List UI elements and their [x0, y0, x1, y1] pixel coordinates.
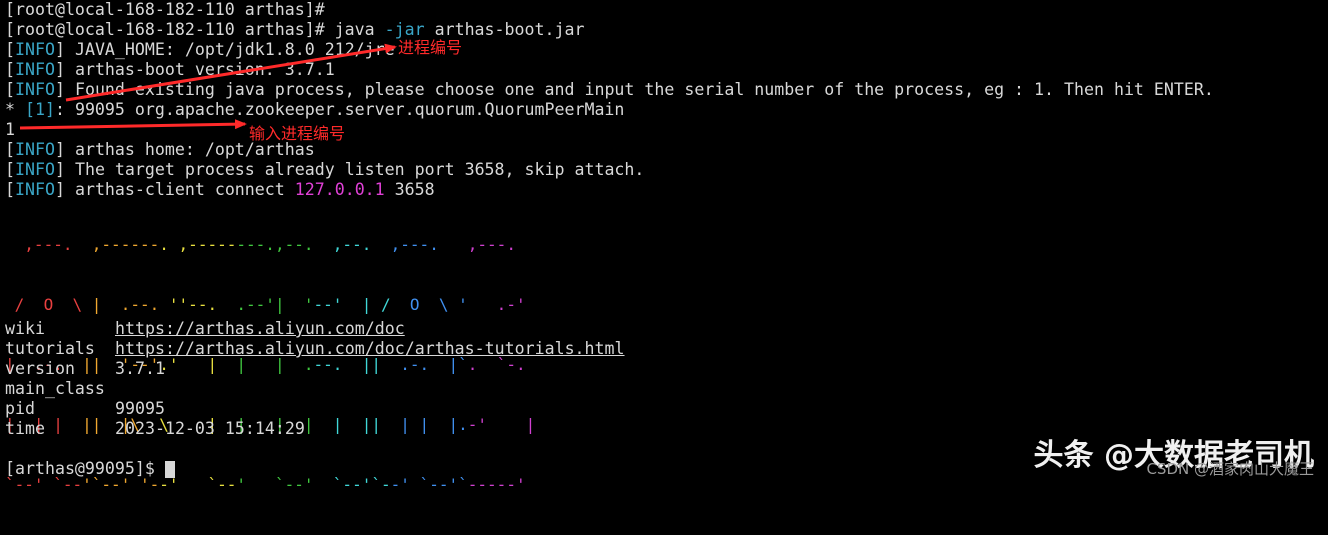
info-key: time: [5, 419, 45, 438]
info-value: 2023-12-03 15:14:29: [115, 419, 305, 438]
info-row-tutorials: tutorials https://arthas.aliyun.com/doc/a…: [5, 339, 625, 359]
log-text: JAVA_HOME: /opt/jdk1.8.0_212/jre: [64, 40, 395, 59]
prompt-line: [root@local-168-182-110 arthas]#: [5, 0, 325, 19]
info-key: wiki: [5, 319, 45, 338]
info-row-wiki: wiki https://arthas.aliyun.com/doc: [5, 319, 405, 339]
info-tag: INFO: [15, 80, 55, 99]
logo-line: ,---. ,------. ,--------.,--. ,--. ,---.…: [24, 235, 516, 254]
info-value: 99095: [115, 399, 165, 418]
watermark-csdn: CSDN @酒家肉山大魔王: [1146, 460, 1314, 478]
arthas-prompt[interactable]: [arthas@99095]$: [5, 459, 175, 479]
command-line: [root@local-168-182-110 arthas]# java -j…: [5, 20, 584, 40]
info-value: 3.7.1: [115, 359, 165, 378]
process-entry: : 99095 org.apache.zookeeper.server.quor…: [54, 100, 625, 119]
info-tag: INFO: [15, 140, 55, 159]
wiki-link[interactable]: https://arthas.aliyun.com/doc: [115, 319, 405, 338]
info-key: pid: [5, 399, 35, 418]
terminal-window[interactable]: [root@local-168-182-110 arthas]# [root@l…: [5, 0, 1323, 494]
log-text: arthas-boot version: 3.7.1: [64, 60, 335, 79]
annotation-input-process-number: 输入进程编号: [249, 124, 346, 143]
user-input-line: 1: [5, 120, 15, 139]
info-key: main_class: [5, 379, 105, 398]
process-list-item: * [1]: 99095 org.apache.zookeeper.server…: [5, 100, 624, 120]
info-row-main-class: main_class: [5, 379, 115, 399]
process-bullet: *: [5, 100, 25, 119]
info-row-time: time 2023-12-03 15:14:29: [5, 419, 305, 439]
command-prefix: [root@local-168-182-110 arthas]# java: [5, 20, 385, 39]
logo-line: / O \ | .--. ''--. .--'| '--' | / O \ ' …: [14, 295, 526, 314]
info-row-pid: pid 99095: [5, 399, 165, 419]
info-tag: INFO: [15, 40, 55, 59]
log-java-home: [INFO] JAVA_HOME: /opt/jdk1.8.0_212/jre: [5, 40, 395, 59]
info-tag: INFO: [15, 160, 55, 179]
process-index: [1]: [24, 100, 55, 119]
text-cursor: [164, 461, 175, 478]
info-row-version: version 3.7.1: [5, 359, 165, 379]
annotation-process-number: 进程编号: [398, 38, 463, 57]
log-already-listen: [INFO] The target process already listen…: [5, 160, 645, 179]
log-found-process: [INFO] Found existing java process, plea…: [5, 80, 1214, 99]
info-key: version: [5, 359, 75, 378]
prompt-text: [arthas@99095]$: [5, 459, 155, 478]
log-text: The target process already listen port 3…: [64, 160, 645, 179]
tutorials-link[interactable]: https://arthas.aliyun.com/doc/arthas-tut…: [115, 339, 625, 358]
info-tag: INFO: [15, 60, 55, 79]
log-boot-version: [INFO] arthas-boot version: 3.7.1: [5, 60, 335, 79]
log-text: Found existing java process, please choo…: [64, 80, 1214, 99]
info-key: tutorials: [5, 339, 95, 358]
